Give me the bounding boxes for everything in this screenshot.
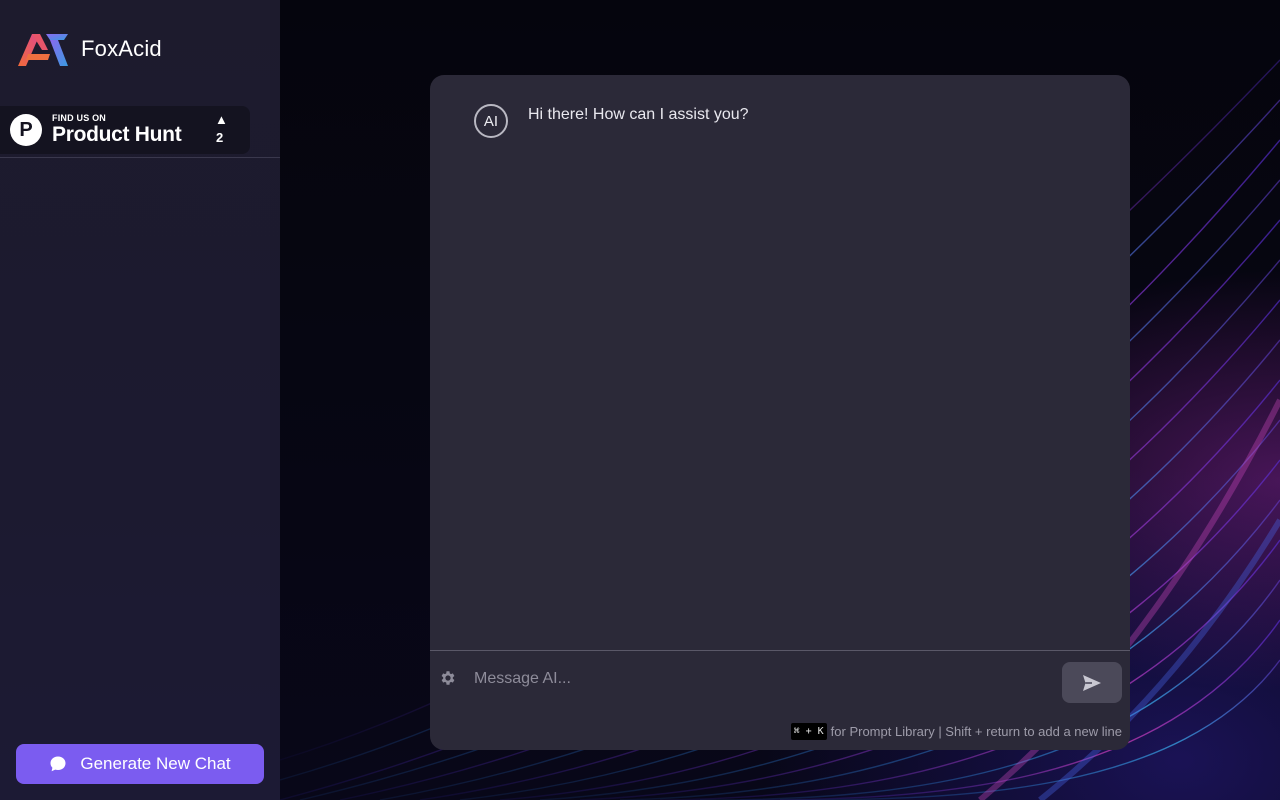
sidebar: FoxAcid P FIND US ON Product Hunt ▲ 2 Ge… [0, 0, 280, 800]
send-button[interactable] [1062, 662, 1122, 703]
upvote-count: 2 [216, 130, 224, 145]
chat-bubble-icon [50, 756, 66, 772]
product-hunt-logo-icon: P [10, 114, 42, 146]
app-logo[interactable]: FoxAcid [16, 30, 162, 68]
input-divider [430, 650, 1130, 651]
hint-text: for Prompt Library | Shift + return to a… [830, 724, 1122, 739]
upvote-arrow-icon: ▲ [215, 112, 228, 127]
shortcut-key: ⌘ + K [790, 723, 827, 740]
ai-avatar: AI [474, 104, 508, 138]
send-icon [1083, 674, 1101, 691]
generate-new-chat-label: Generate New Chat [80, 754, 231, 773]
app-name: FoxAcid [81, 36, 162, 61]
message-input[interactable] [474, 665, 1054, 693]
product-hunt-small-text: FIND US ON [52, 113, 107, 123]
input-hint: ⌘ + K for Prompt Library | Shift + retur… [790, 723, 1122, 740]
gear-icon[interactable] [439, 669, 457, 687]
foxacid-logo-icon [18, 34, 68, 66]
sidebar-divider [0, 157, 280, 158]
product-hunt-badge[interactable]: P FIND US ON Product Hunt ▲ 2 [0, 106, 250, 154]
chat-panel: AI Hi there! How can I assist you? ⌘ + K… [430, 75, 1130, 750]
product-hunt-title: Product Hunt [52, 123, 182, 146]
ai-message: Hi there! How can I assist you? [528, 106, 749, 123]
generate-new-chat-button[interactable]: Generate New Chat [16, 744, 264, 784]
